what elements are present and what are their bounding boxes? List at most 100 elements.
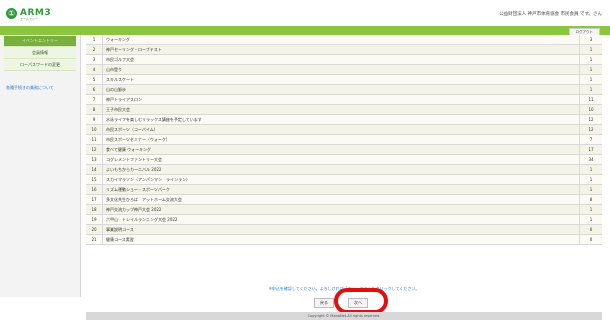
entry-count: 0 [579, 234, 602, 245]
sidebar: イベントエントリー 会員情報 ローパスワードの変更 各種手続きの業務について [0, 35, 81, 297]
entry-count: 0 [579, 224, 602, 235]
row-number: 13 [86, 154, 103, 165]
entry-count: 1 [579, 164, 602, 175]
entry-count: 12 [579, 124, 602, 135]
entry-count: 11 [579, 94, 602, 105]
row-number: 7 [86, 94, 103, 105]
event-table: 1 ウォーキング 3 2 神戸セーリング・ロープテスト 1 3 市民ゴルフ大会 1 4 山市登り 1 5… [86, 35, 602, 245]
table-row[interactable]: 9 水泳ライフを楽しむリラックス講座を予定しています 12 [86, 114, 602, 125]
row-number: 2 [86, 44, 103, 55]
event-name[interactable]: 市民ゴルフ大会 [102, 54, 580, 65]
table-row[interactable]: 19 六甲山 トレイルランニング大会 2022 1 [86, 214, 602, 225]
event-name[interactable]: コグレメントファントリー大会 [102, 154, 580, 165]
table-row[interactable]: 17 多文化共生ひろば アットホーム交流大会 8 [86, 194, 602, 205]
entry-count: 3 [579, 35, 602, 45]
event-name[interactable]: 山市登り [102, 64, 580, 75]
footer: Copyright © ManaNet-All rights reserved. [86, 312, 602, 320]
entry-count: 17 [579, 144, 602, 155]
row-number: 14 [86, 164, 103, 175]
entry-count: 12 [579, 114, 602, 125]
entry-count: 1 [579, 174, 602, 185]
row-number: 18 [86, 204, 103, 215]
event-name[interactable]: 神戸トライアスロン [102, 94, 580, 105]
row-number: 4 [86, 64, 103, 75]
entry-count: 10 [579, 104, 602, 115]
event-name[interactable]: 健康コース実習 [102, 234, 580, 245]
event-list: 1 ウォーキング 3 2 神戸セーリング・ロープテスト 1 3 市民ゴルフ大会 1 4 山市登り 1 5… [86, 35, 602, 245]
entry-count: 1 [579, 74, 602, 85]
sidebar-item-password-change[interactable]: ローパスワードの変更 [4, 60, 76, 71]
table-row[interactable]: 16 リズム運動ショー・スポーツパーク 1 [86, 184, 602, 195]
event-name[interactable]: ウォーキング [102, 35, 580, 45]
event-name[interactable]: 神戸交流カップ神戸大会 2022 [102, 204, 580, 215]
table-row[interactable]: 2 神戸セーリング・ロープテスト 1 [86, 44, 602, 55]
row-number: 3 [86, 54, 103, 65]
entry-count: 1 [579, 184, 602, 195]
event-name[interactable]: 水泳ライフを楽しむリラックス講座を予定しています [102, 114, 580, 125]
entry-count: 7 [579, 134, 602, 145]
highlight-annotation [334, 288, 388, 314]
entry-count: 1 [579, 204, 602, 215]
table-row[interactable]: 5 スキルスケート 1 [86, 74, 602, 85]
entry-count: 1 [579, 54, 602, 65]
table-row[interactable]: 1 ウォーキング 3 [86, 35, 602, 45]
row-number: 19 [86, 214, 103, 225]
row-number: 8 [86, 104, 103, 115]
event-name[interactable]: 事業説明コース [102, 224, 580, 235]
event-name[interactable]: 市民スポーツ（コーバイム） [102, 124, 580, 135]
sidebar-item-member-info[interactable]: 会員情報 [4, 48, 76, 59]
app-logo[interactable]: ① ARM3 エームスリー [6, 6, 51, 21]
entry-count: 1 [579, 214, 602, 225]
event-name[interactable]: 食べて健康 ウォーキング [102, 144, 580, 155]
entry-count: 1 [579, 44, 602, 55]
table-row[interactable]: 21 健康コース実習 0 [86, 234, 602, 245]
sidebar-item-event-entry[interactable]: イベントエントリー [4, 36, 76, 47]
table-row[interactable]: 15 スカイマラソン（アンパンマン ラインラン） 1 [86, 174, 602, 185]
header: ① ARM3 エームスリー 公益財団法人 神戸市体育協会 市民会員 です。さん [0, 0, 610, 26]
logo-subtext: エームスリー [20, 17, 38, 21]
row-number: 5 [86, 74, 103, 85]
entry-count: 1 [579, 64, 602, 75]
event-name[interactable]: 神戸セーリング・ロープテスト [102, 44, 580, 55]
entry-count: 1 [579, 84, 602, 95]
table-row[interactable]: 18 神戸交流カップ神戸大会 2022 1 [86, 204, 602, 215]
event-name[interactable]: 王子市民大会 [102, 104, 580, 115]
table-row[interactable]: 11 市民スポーツセミナー（ウォーク） 7 [86, 134, 602, 145]
table-row[interactable]: 6 山の山脈歩 1 [86, 84, 602, 95]
table-row[interactable]: 12 食べて健康 ウォーキング 17 [86, 144, 602, 155]
back-button[interactable]: 戻る [314, 298, 334, 308]
logo-mark: ① [6, 7, 17, 19]
table-row[interactable]: 20 事業説明コース 0 [86, 224, 602, 235]
event-name[interactable]: 市民スポーツセミナー（ウォーク） [102, 134, 580, 145]
row-number: 1 [86, 35, 103, 45]
event-name[interactable]: 六甲山 トレイルランニング大会 2022 [102, 214, 580, 225]
row-number: 20 [86, 224, 103, 235]
event-name[interactable]: スカイマラソン（アンパンマン ラインラン） [102, 174, 580, 185]
table-row[interactable]: 8 王子市民大会 10 [86, 104, 602, 115]
row-number: 16 [86, 184, 103, 195]
entry-count: 8 [579, 194, 602, 205]
event-name[interactable]: 多文化共生ひろば アットホーム交流大会 [102, 194, 580, 205]
row-number: 15 [86, 174, 103, 185]
event-name[interactable]: リズム運動ショー・スポーツパーク [102, 184, 580, 195]
row-number: 11 [86, 134, 103, 145]
row-number: 9 [86, 114, 103, 125]
event-name[interactable]: 山の山脈歩 [102, 84, 580, 95]
row-number: 12 [86, 144, 103, 155]
table-row[interactable]: 7 神戸トライアスロン 11 [86, 94, 602, 105]
row-number: 17 [86, 194, 103, 205]
table-row[interactable]: 14 よいもちからカーニバル 2022 1 [86, 164, 602, 175]
event-name[interactable]: よいもちからカーニバル 2022 [102, 164, 580, 175]
table-row[interactable]: 10 市民スポーツ（コーバイム） 12 [86, 124, 602, 135]
row-number: 21 [86, 234, 103, 245]
event-name[interactable]: スキルスケート [102, 74, 580, 85]
table-row[interactable]: 4 山市登り 1 [86, 64, 602, 75]
top-green-bar [0, 26, 610, 35]
organization-user-label: 公益財団法人 神戸市体育協会 市民会員 です。さん [499, 12, 602, 17]
sidebar-help-link[interactable]: 各種手続きの業務について [6, 85, 80, 91]
table-row[interactable]: 3 市民ゴルフ大会 1 [86, 54, 602, 65]
row-number: 10 [86, 124, 103, 135]
row-number: 6 [86, 84, 103, 95]
table-row[interactable]: 13 コグレメントファントリー大会 34 [86, 154, 602, 165]
entry-count: 34 [579, 154, 602, 165]
